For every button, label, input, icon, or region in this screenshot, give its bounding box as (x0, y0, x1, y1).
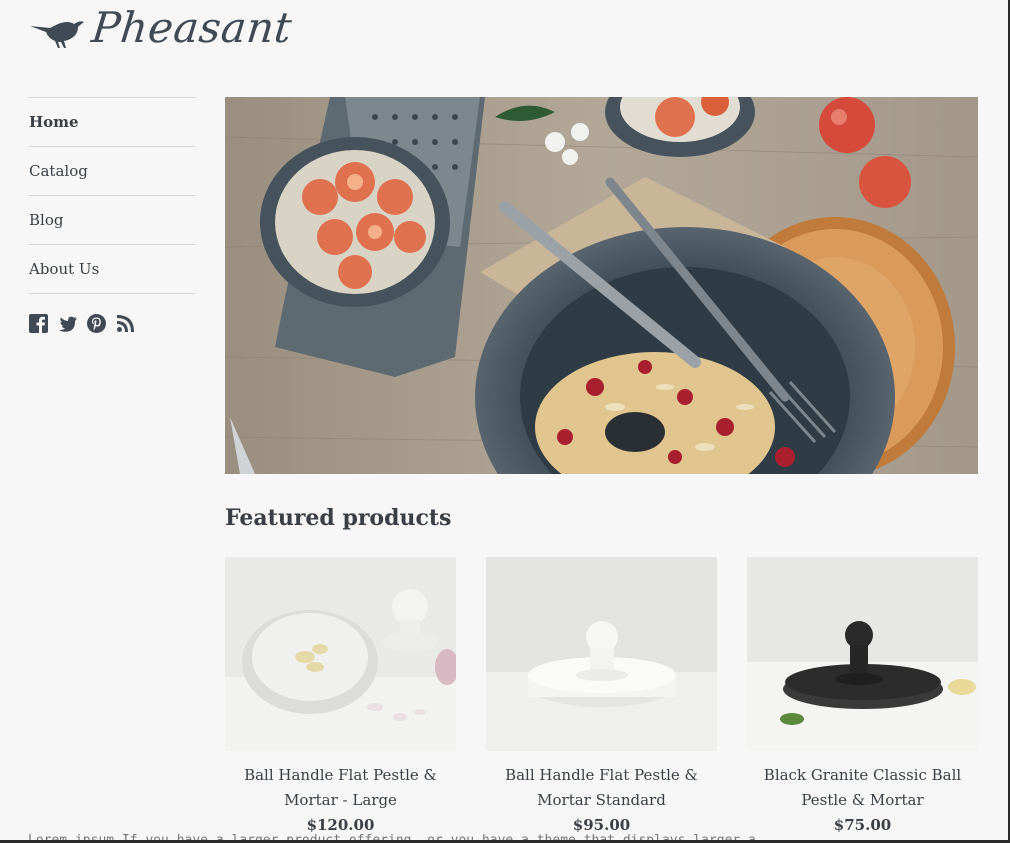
product-card[interactable]: Ball Handle Flat Pestle & Mortar Standar… (486, 557, 717, 838)
facebook-icon[interactable] (29, 314, 48, 333)
page: Pheasant Home Catalog Blog About Us Feat… (0, 0, 1010, 843)
brand-name: Pheasant (89, 3, 295, 52)
product-image[interactable] (486, 557, 717, 751)
breakfast-table-hero-image (225, 97, 978, 474)
product-name[interactable]: Black Granite Classic Ball Pestle & Mort… (747, 763, 978, 813)
rss-icon[interactable] (116, 314, 135, 333)
nav-item-home[interactable]: Home (29, 97, 195, 146)
nav-item-catalog[interactable]: Catalog (29, 146, 195, 195)
nav-item-blog[interactable]: Blog (29, 195, 195, 244)
pinterest-icon[interactable] (87, 314, 106, 333)
product-card[interactable]: Ball Handle Flat Pestle & Mortar - Large… (225, 557, 456, 838)
nav-item-about-us[interactable]: About Us (29, 244, 195, 294)
pheasant-bird-icon (30, 21, 84, 48)
hero-image[interactable] (225, 97, 978, 474)
product-name[interactable]: Ball Handle Flat Pestle & Mortar - Large (225, 763, 456, 813)
sidebar-nav: Home Catalog Blog About Us (29, 97, 195, 333)
product-name[interactable]: Ball Handle Flat Pestle & Mortar Standar… (486, 763, 717, 813)
social-links (29, 314, 195, 333)
product-image[interactable] (747, 557, 978, 751)
product-image[interactable] (225, 557, 456, 751)
twitter-icon[interactable] (58, 314, 77, 333)
site-logo[interactable]: Pheasant (28, 2, 295, 54)
featured-products-title: Featured products (225, 505, 452, 531)
product-grid: Ball Handle Flat Pestle & Mortar - Large… (225, 557, 978, 838)
product-card[interactable]: Black Granite Classic Ball Pestle & Mort… (747, 557, 978, 838)
